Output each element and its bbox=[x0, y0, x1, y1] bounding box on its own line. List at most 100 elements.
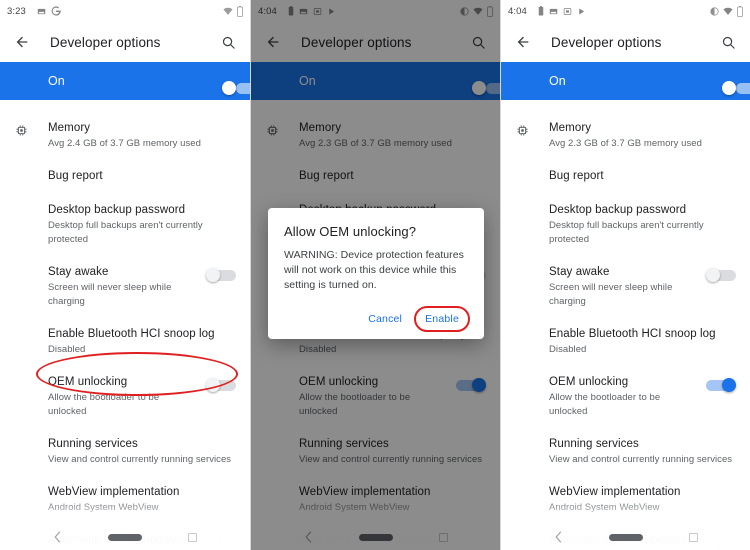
status-bar-right bbox=[223, 5, 243, 17]
list-item-stay-awake[interactable]: Stay awake Screen will never sleep while… bbox=[501, 256, 750, 318]
list-item-stay-awake[interactable]: Stay awake Screen will never sleep while… bbox=[0, 256, 250, 318]
navigation-bar bbox=[0, 524, 250, 550]
list-item-title: Stay awake bbox=[549, 266, 610, 278]
list-item-subtitle: Disabled bbox=[48, 344, 86, 355]
nav-back-icon[interactable] bbox=[554, 531, 563, 543]
three-panel-screenshot-strip: 3:23 Developer options On Memory Avg 2.4… bbox=[0, 0, 750, 550]
list-item-subtitle: Screen will never sleep while charging bbox=[48, 282, 172, 307]
list-item-title: Stay awake bbox=[48, 266, 109, 278]
search-icon[interactable] bbox=[218, 32, 238, 52]
oem-unlocking-toggle[interactable] bbox=[206, 375, 236, 392]
screenshot-icon bbox=[549, 7, 558, 16]
list-item-texts: WebView implementation Android System We… bbox=[549, 485, 736, 515]
panel-after: 4:04 Developer options On Memory Avg 2.3… bbox=[500, 0, 750, 550]
status-bar-left: 4:04 bbox=[508, 6, 586, 17]
list-item-subtitle: Avg 2.4 GB of 3.7 GB memory used bbox=[48, 138, 201, 149]
list-item-title: Desktop backup password bbox=[549, 204, 687, 216]
enable-button[interactable]: Enable bbox=[414, 306, 470, 332]
status-clock: 3:23 bbox=[7, 5, 26, 17]
photo-icon bbox=[563, 7, 572, 16]
list-item-subtitle: Desktop full backups aren't currently pr… bbox=[48, 220, 203, 245]
wifi-icon bbox=[223, 7, 233, 16]
master-switch-label: On bbox=[549, 74, 566, 88]
app-bar: Developer options bbox=[501, 22, 750, 62]
battery-saver-icon bbox=[538, 6, 544, 16]
screenshot-icon bbox=[37, 7, 46, 16]
developer-options-master-switch[interactable]: On bbox=[0, 62, 250, 102]
list-item-title: Bug report bbox=[48, 170, 103, 182]
list-item-title: Desktop backup password bbox=[48, 204, 186, 216]
play-icon bbox=[577, 7, 586, 16]
oem-unlocking-dialog: Allow OEM unlocking? WARNING: Device pro… bbox=[268, 208, 484, 339]
list-item-memory[interactable]: Memory Avg 2.4 GB of 3.7 GB memory used bbox=[0, 112, 250, 160]
list-item-bluetooth-hci-snoop-log[interactable]: Enable Bluetooth HCI snoop log Disabled bbox=[0, 318, 250, 366]
do-not-disturb-icon bbox=[710, 6, 719, 16]
list-item-title: WebView implementation bbox=[48, 486, 180, 498]
list-item-texts: Memory Avg 2.3 GB of 3.7 GB memory used bbox=[549, 121, 736, 151]
list-item-desktop-backup-password[interactable]: Desktop backup password Desktop full bac… bbox=[0, 194, 250, 256]
list-item-texts: Enable Bluetooth HCI snoop log Disabled bbox=[48, 327, 236, 357]
list-item-bluetooth-hci-snoop-log[interactable]: Enable Bluetooth HCI snoop log Disabled bbox=[501, 318, 750, 366]
stay-awake-toggle[interactable] bbox=[706, 265, 736, 282]
list-item-texts: Desktop backup password Desktop full bac… bbox=[549, 203, 736, 247]
list-item-webview-implementation[interactable]: WebView implementation Android System We… bbox=[0, 476, 250, 524]
battery-icon bbox=[237, 5, 243, 17]
nav-back-icon[interactable] bbox=[53, 531, 62, 543]
list-item-title: Enable Bluetooth HCI snoop log bbox=[48, 328, 215, 340]
list-item-texts: Desktop backup password Desktop full bac… bbox=[48, 203, 236, 247]
list-item-oem-unlocking[interactable]: OEM unlocking Allow the bootloader to be… bbox=[501, 366, 750, 428]
list-item-texts: WebView implementation Android System We… bbox=[48, 485, 236, 515]
list-item-oem-unlocking[interactable]: OEM unlocking Allow the bootloader to be… bbox=[0, 366, 250, 428]
list-item-desktop-backup-password[interactable]: Desktop backup password Desktop full bac… bbox=[501, 194, 750, 256]
list-item-texts: Bug report bbox=[549, 169, 736, 184]
settings-list: Memory Avg 2.3 GB of 3.7 GB memory used … bbox=[501, 102, 750, 550]
back-arrow-icon[interactable] bbox=[12, 32, 32, 52]
list-item-texts: Bug report bbox=[48, 169, 236, 184]
list-item-title: Memory bbox=[48, 122, 91, 134]
google-g-icon bbox=[51, 6, 61, 16]
status-bar-right bbox=[710, 5, 743, 17]
dialog-body: WARNING: Device protection features will… bbox=[284, 249, 464, 291]
list-item-texts: Enable Bluetooth HCI snoop log Disabled bbox=[549, 327, 736, 357]
list-item-subtitle: Screen will never sleep while charging bbox=[549, 282, 673, 307]
dialog-title: Allow OEM unlocking? bbox=[284, 224, 417, 239]
battery-icon bbox=[737, 5, 743, 17]
nav-recents-icon[interactable] bbox=[688, 532, 698, 542]
list-item-subtitle: Android System WebView bbox=[549, 502, 660, 513]
memory-chip-icon bbox=[515, 121, 549, 138]
list-item-title: WebView implementation bbox=[549, 486, 681, 498]
list-item-subtitle: View and control currently running servi… bbox=[549, 454, 733, 465]
list-item-texts: OEM unlocking Allow the bootloader to be… bbox=[549, 375, 698, 419]
list-item-subtitle: View and control currently running servi… bbox=[48, 454, 232, 465]
list-item-running-services[interactable]: Running services View and control curren… bbox=[0, 428, 250, 476]
list-item-texts: Memory Avg 2.4 GB of 3.7 GB memory used bbox=[48, 121, 236, 151]
stay-awake-toggle[interactable] bbox=[206, 265, 236, 282]
list-item-bug-report[interactable]: Bug report bbox=[0, 160, 250, 194]
list-item-memory[interactable]: Memory Avg 2.3 GB of 3.7 GB memory used bbox=[501, 112, 750, 160]
list-item-running-services[interactable]: Running services View and control curren… bbox=[501, 428, 750, 476]
page-title: Developer options bbox=[50, 34, 161, 50]
developer-options-master-switch[interactable]: On bbox=[501, 62, 750, 102]
navigation-bar bbox=[501, 524, 750, 550]
list-item-subtitle: Avg 2.3 GB of 3.7 GB memory used bbox=[549, 138, 702, 149]
list-item-bug-report[interactable]: Bug report bbox=[501, 160, 750, 194]
search-icon[interactable] bbox=[718, 32, 738, 52]
oem-unlocking-toggle[interactable] bbox=[706, 375, 736, 392]
nav-home-pill[interactable] bbox=[608, 533, 643, 541]
list-item-texts: Stay awake Screen will never sleep while… bbox=[549, 265, 698, 309]
list-item-subtitle: Android System WebView bbox=[48, 502, 159, 513]
list-item-texts: Stay awake Screen will never sleep while… bbox=[48, 265, 198, 309]
status-bar: 4:04 bbox=[501, 0, 750, 22]
nav-recents-icon[interactable] bbox=[188, 532, 197, 542]
list-item-webview-implementation[interactable]: WebView implementation Android System We… bbox=[501, 476, 750, 524]
settings-list: Memory Avg 2.4 GB of 3.7 GB memory used … bbox=[0, 102, 250, 550]
page-title: Developer options bbox=[551, 34, 662, 50]
nav-home-pill[interactable] bbox=[108, 533, 142, 541]
dialog-actions: Cancel Enable bbox=[284, 305, 470, 333]
status-bar-left: 3:23 bbox=[7, 6, 61, 17]
list-item-title: OEM unlocking bbox=[549, 376, 629, 388]
cancel-button[interactable]: Cancel bbox=[360, 308, 410, 330]
back-arrow-icon[interactable] bbox=[513, 32, 533, 52]
list-item-title: Memory bbox=[549, 122, 592, 134]
list-item-title: Running services bbox=[549, 438, 639, 450]
